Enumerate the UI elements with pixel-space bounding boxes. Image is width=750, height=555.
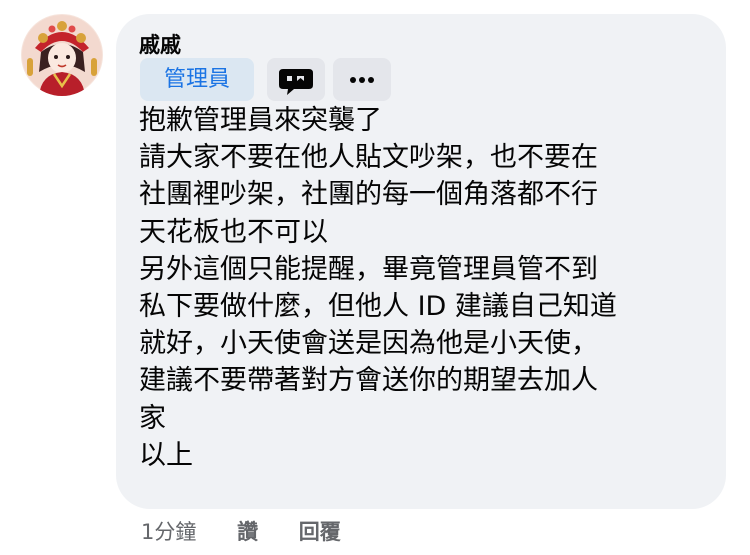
more-horizontal-icon <box>350 77 374 83</box>
reply-button[interactable]: 回覆 <box>299 517 341 547</box>
like-button[interactable]: 讚 <box>237 517 258 547</box>
comment-line: 請大家不要在他人貼文吵架，也不要在 <box>139 142 598 174</box>
comment-text: 抱歉管理員來突襲了 請大家不要在他人貼文吵架，也不要在 社團裡吵架，社團的每一個… <box>139 102 714 474</box>
comment-line: 天花板也不可以 <box>139 216 328 248</box>
comment-footer: 1分鐘 讚 回覆 <box>141 517 341 547</box>
comment-line: 抱歉管理員來突襲了 <box>139 105 382 136</box>
message-bubble-icon <box>279 69 313 95</box>
comment-line: 另外這個只能提醒，畢竟管理員管不到 <box>139 253 598 285</box>
more-options-button[interactable] <box>333 58 391 101</box>
comment-line: 以上 <box>139 439 193 471</box>
comment-timestamp[interactable]: 1分鐘 <box>141 517 196 547</box>
comment-author[interactable]: 戚戚 <box>139 30 181 60</box>
avatar-illustration <box>21 14 103 96</box>
admin-badge: 管理員 <box>140 58 254 101</box>
message-button[interactable] <box>267 58 325 101</box>
comment-line: 家 <box>139 402 166 434</box>
comment-line: 就好，小天使會送是因為他是小天使， <box>139 328 598 360</box>
avatar[interactable] <box>21 14 103 96</box>
comment-line: 社團裡吵架，社團的每一個角落都不行 <box>139 179 598 211</box>
comment-line: 建議不要帶著對方會送你的期望去加人 <box>139 365 598 397</box>
comment-line: 私下要做什麼，但他人 ID 建議自己知道 <box>139 291 617 323</box>
